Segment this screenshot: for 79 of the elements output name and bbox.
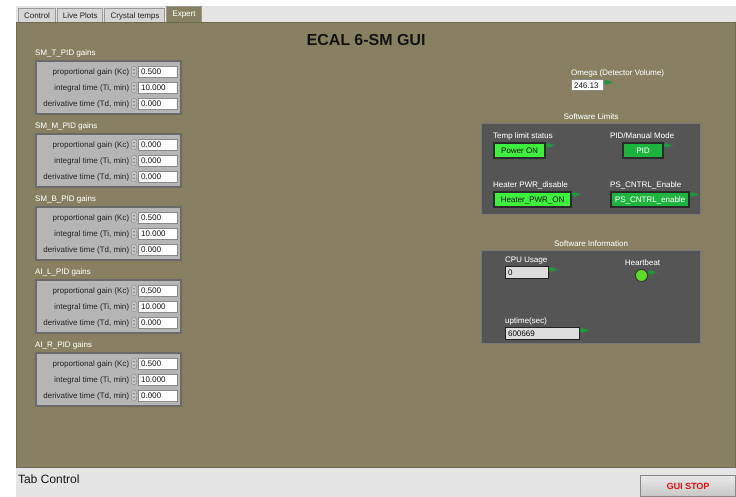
spinner-icon[interactable] xyxy=(131,170,137,183)
numeric-field[interactable]: 0.000 xyxy=(138,138,178,150)
numeric-field[interactable]: 0.000 xyxy=(138,316,178,328)
field-label: integral time (Ti, min) xyxy=(54,229,129,238)
indicator-label: PS_CNTRL_Enable xyxy=(610,180,682,188)
group-heading: SM_T_PID gains xyxy=(35,48,96,57)
numeric-field[interactable]: 10.000 xyxy=(138,82,178,94)
flag-icon xyxy=(648,270,658,275)
field-label: proportional gain (Kc) xyxy=(52,359,129,368)
panel-title: ECAL 6-SM GUI xyxy=(306,32,426,51)
spinner-icon[interactable] xyxy=(131,389,137,402)
flag-icon xyxy=(580,328,590,333)
group-heading: SM_M_PID gains xyxy=(35,121,98,130)
numeric-field[interactable]: 0.000 xyxy=(138,170,178,182)
flag-icon xyxy=(690,192,700,196)
spinner-icon[interactable] xyxy=(131,373,137,386)
flag-icon xyxy=(572,192,582,196)
spinner-icon[interactable] xyxy=(131,300,137,313)
status-label: Tab Control xyxy=(18,472,80,486)
field-label: proportional gain (Kc) xyxy=(52,67,129,76)
field-label: Omega (Detector Volume) xyxy=(571,68,665,77)
group-heading: AI_R_PID gains xyxy=(35,340,93,349)
numeric-field[interactable]: 600669 xyxy=(505,327,580,340)
flag-icon xyxy=(664,143,674,148)
numeric-field[interactable]: 0.500 xyxy=(138,212,178,224)
numeric-field[interactable]: 0.000 xyxy=(138,98,178,110)
numeric-field[interactable]: 0.500 xyxy=(138,66,178,78)
numeric-field[interactable]: 246.13 xyxy=(571,79,604,91)
spinner-icon[interactable] xyxy=(131,65,137,78)
field-label: integral time (Ti, min) xyxy=(54,156,129,165)
tab[interactable]: Expert xyxy=(166,6,202,22)
field-label: proportional gain (Kc) xyxy=(52,213,129,222)
numeric-field[interactable]: 0.000 xyxy=(138,390,178,402)
status-button[interactable]: Heater_PWR_ON xyxy=(493,190,572,208)
indicator-label: Heartbeat xyxy=(624,258,660,267)
numeric-field[interactable]: 10.000 xyxy=(138,300,178,312)
spinner-icon[interactable] xyxy=(131,316,137,329)
field-label: derivative time (Td, min) xyxy=(43,172,129,181)
flag-icon xyxy=(546,143,556,148)
tab[interactable]: Crystal temps xyxy=(104,8,166,22)
spinner-icon[interactable] xyxy=(131,97,137,110)
section-heading: Software Information xyxy=(553,239,629,248)
field-label: integral time (Ti, min) xyxy=(54,83,129,92)
tab[interactable]: Control xyxy=(18,8,56,22)
field-label: derivative time (Td, min) xyxy=(43,318,129,327)
flag-icon xyxy=(604,80,614,85)
numeric-field[interactable]: 10.000 xyxy=(138,374,178,386)
field-label: derivative time (Td, min) xyxy=(43,99,129,108)
indicator-label: CPU Usage xyxy=(505,255,548,264)
group-heading: SM_B_PID gains xyxy=(35,194,97,203)
tab[interactable]: Live Plots xyxy=(56,8,104,22)
indicator-label: PID/Manual Mode xyxy=(610,131,676,140)
section-heading: Software Limits xyxy=(562,112,620,121)
field-label: integral time (Ti, min) xyxy=(54,375,129,384)
field-label: proportional gain (Kc) xyxy=(52,286,129,295)
field-label: integral time (Ti, min) xyxy=(54,302,129,311)
spinner-icon[interactable] xyxy=(131,154,137,167)
group-heading: AI_L_PID gains xyxy=(35,267,92,276)
numeric-field[interactable]: 10.000 xyxy=(138,228,178,240)
field-label: derivative time (Td, min) xyxy=(43,391,129,400)
status-button[interactable]: Power ON xyxy=(493,142,546,159)
numeric-field[interactable]: 0 xyxy=(505,266,549,279)
spinner-icon[interactable] xyxy=(131,138,137,151)
spinner-icon[interactable] xyxy=(131,284,137,297)
field-label: proportional gain (Kc) xyxy=(52,140,129,149)
spinner-icon[interactable] xyxy=(131,243,137,256)
flag-icon xyxy=(549,267,559,272)
indicator-label: Heater PWR_disable xyxy=(493,180,569,188)
numeric-field[interactable]: 0.000 xyxy=(138,154,178,166)
indicator-label: Temp limit status xyxy=(493,131,554,140)
numeric-field[interactable]: 0.500 xyxy=(138,284,178,296)
spinner-icon[interactable] xyxy=(131,227,137,240)
spinner-icon[interactable] xyxy=(131,81,137,94)
numeric-field[interactable]: 0.500 xyxy=(138,358,178,370)
field-label: derivative time (Td, min) xyxy=(43,245,129,254)
spinner-icon[interactable] xyxy=(131,211,137,224)
numeric-field[interactable]: 0.000 xyxy=(138,244,178,256)
spinner-icon[interactable] xyxy=(131,357,137,370)
indicator-label: uptime(sec) xyxy=(505,316,548,325)
